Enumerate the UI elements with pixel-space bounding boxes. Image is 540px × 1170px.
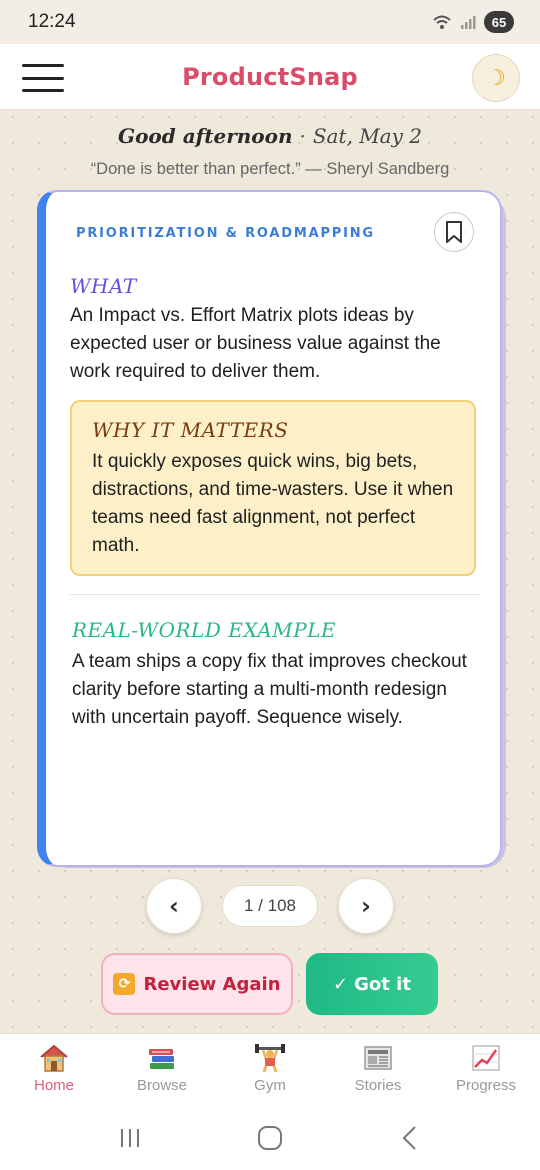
back-button[interactable] [390, 1118, 430, 1158]
why-heading: WHY IT MATTERS [92, 418, 289, 442]
recent-apps-icon [121, 1128, 139, 1147]
home-circle-icon [258, 1125, 282, 1150]
why-text: It quickly exposes quick wins, big bets,… [92, 451, 454, 556]
card-category: PRIORITIZATION & ROADMAPPING [76, 226, 375, 241]
moon-icon: ☽ [486, 65, 506, 91]
repeat-icon: ⟳ [113, 973, 136, 995]
signal-icon [461, 16, 476, 29]
hamburger-line [22, 89, 64, 92]
nav-label-home: Home [33, 1077, 74, 1094]
greeting-separator: · [299, 124, 306, 148]
back-chevron-icon [402, 1125, 416, 1150]
app-header: ProductSnap ☽ [0, 44, 540, 110]
status-bar: 12:24 65 [0, 0, 540, 44]
nav-label-browse: Browse [136, 1077, 188, 1094]
system-nav-bar [0, 1105, 540, 1170]
nav-label-stories: Stories [354, 1077, 402, 1094]
divider [70, 594, 480, 595]
what-heading: WHAT [70, 274, 137, 298]
hamburger-line [22, 76, 64, 80]
daily-quote: “Done is better than perfect.” — Sheryl … [90, 160, 450, 178]
battery-indicator: 65 [484, 11, 514, 33]
hamburger-line [22, 64, 64, 67]
previous-card-button[interactable]: ‹ [146, 878, 202, 934]
nav-item-gym[interactable]: Gym [216, 1034, 324, 1105]
review-again-button[interactable]: ⟳ Review Again [101, 953, 293, 1015]
newspaper-icon [361, 1042, 395, 1074]
weightlifter-icon [253, 1042, 287, 1074]
nav-label-progress: Progress [455, 1077, 517, 1094]
card-counter: 1 / 108 [222, 885, 318, 927]
nav-label-gym: Gym [254, 1077, 286, 1094]
flashcard[interactable]: PRIORITIZATION & ROADMAPPING WHAT An Imp… [37, 190, 502, 867]
greeting: Good afternoon · Sat, May 2 [0, 124, 540, 148]
greeting-text: Good afternoon [118, 124, 293, 148]
app-title: ProductSnap [182, 62, 358, 91]
bottom-nav: Home Browse Gym Stories Progress [0, 1033, 540, 1105]
review-again-label: Review Again [143, 973, 281, 995]
what-text: An Impact vs. Effort Matrix plots ideas … [70, 305, 441, 382]
why-it-matters-box: WHY IT MATTERS It quickly exposes quick … [70, 400, 476, 576]
bookmark-button[interactable] [434, 212, 474, 252]
house-icon [37, 1042, 71, 1074]
nav-item-stories[interactable]: Stories [324, 1034, 432, 1105]
chart-increasing-icon [469, 1042, 503, 1074]
books-icon [145, 1042, 179, 1074]
got-it-label: Got it [354, 973, 411, 995]
wifi-icon [433, 15, 451, 29]
menu-button[interactable] [22, 64, 64, 92]
example-text: A team ships a copy fix that improves ch… [72, 651, 467, 728]
home-system-button[interactable] [250, 1118, 290, 1158]
status-icons: 65 [432, 11, 514, 33]
theme-toggle-button[interactable]: ☽ [472, 54, 520, 102]
nav-item-home[interactable]: Home [0, 1034, 108, 1105]
bookmark-icon [446, 221, 462, 243]
recent-apps-button[interactable] [110, 1118, 150, 1158]
nav-item-browse[interactable]: Browse [108, 1034, 216, 1105]
greeting-date: Sat, May 2 [312, 124, 422, 148]
next-card-button[interactable]: › [338, 878, 394, 934]
got-it-button[interactable]: ✓ Got it [306, 953, 438, 1015]
status-time: 12:24 [28, 11, 76, 32]
nav-item-progress[interactable]: Progress [432, 1034, 540, 1105]
check-icon: ✓ [333, 973, 349, 995]
example-heading: REAL-WORLD EXAMPLE [72, 618, 337, 642]
